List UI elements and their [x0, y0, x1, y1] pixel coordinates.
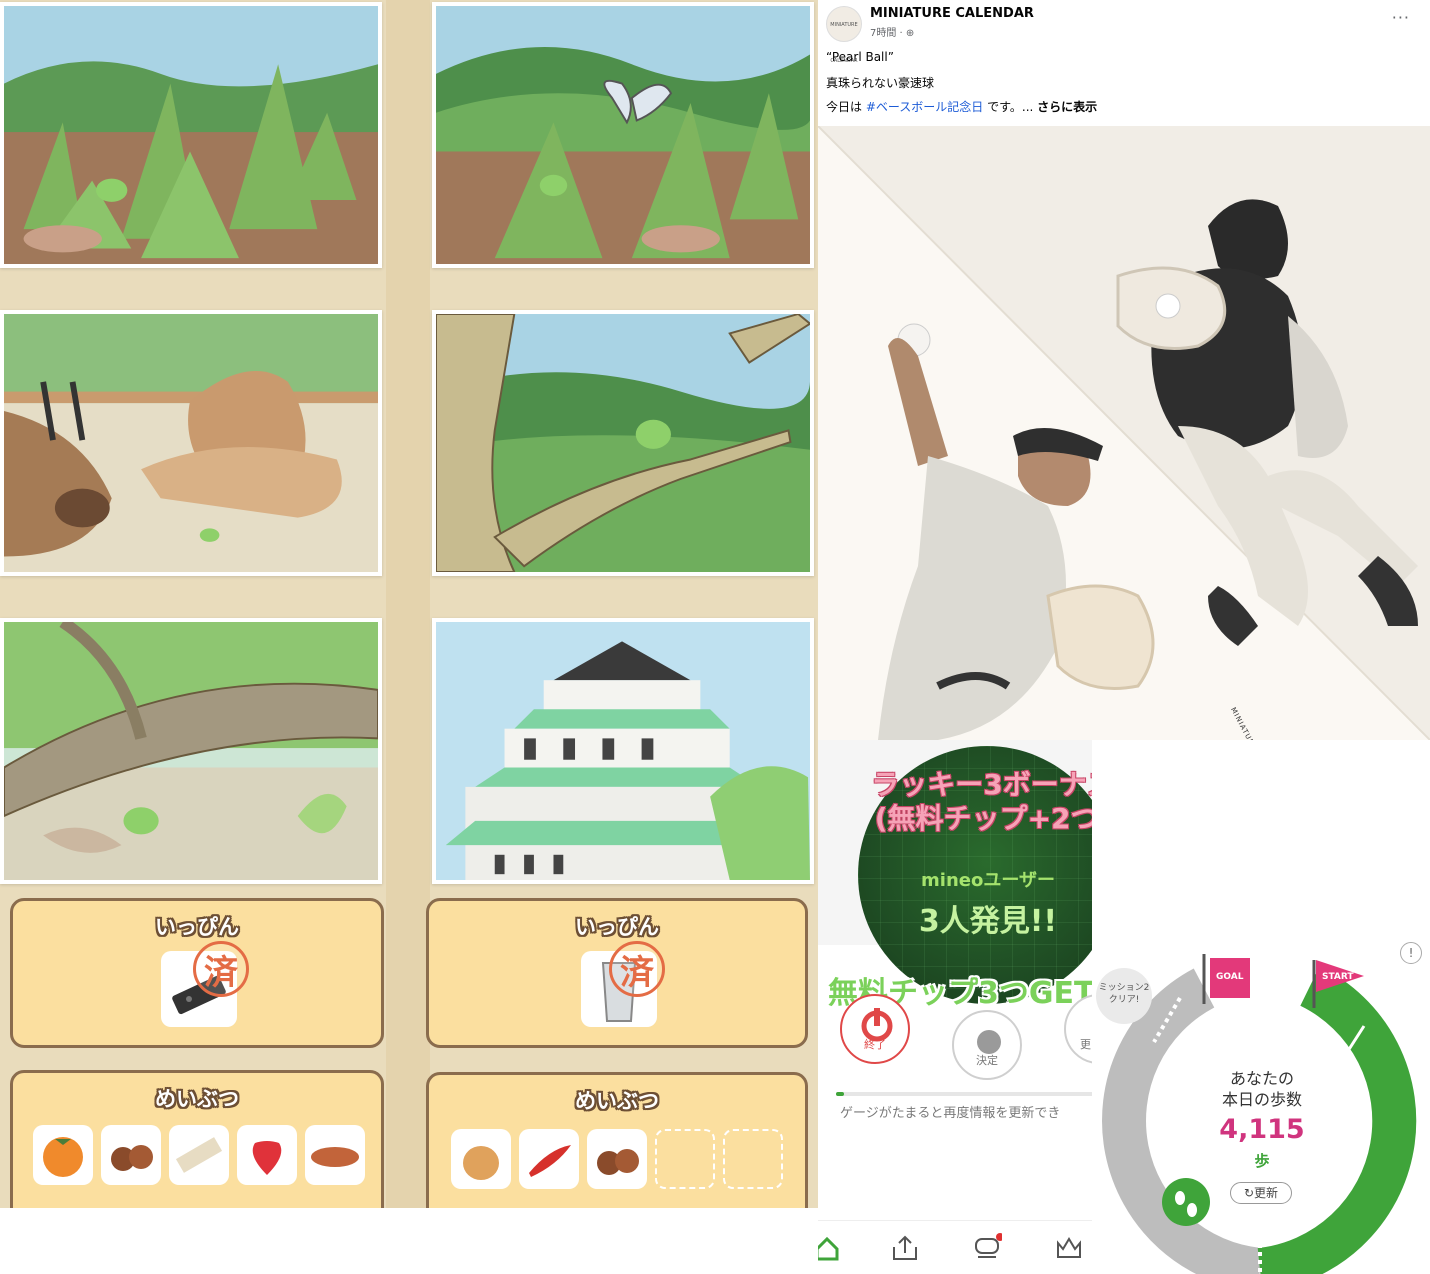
chat-tab-icon[interactable]	[972, 1233, 1002, 1263]
refresh-gauge-fill	[836, 1092, 845, 1096]
specialty-empty-slot[interactable]	[723, 1129, 783, 1189]
lucky-bonus-line-2: (無料チップ+2つ)	[874, 802, 1092, 835]
page-avatar[interactable]: MINIATURE CALENDAR	[826, 6, 862, 64]
see-more-link[interactable]: さらに表示	[1037, 100, 1097, 114]
caption-suffix: です。...	[983, 100, 1038, 114]
decide-button-label: 決定	[976, 1054, 998, 1067]
refresh-button[interactable]: ↻更新	[1230, 1182, 1292, 1204]
hashtag-link[interactable]: #ベースボール記念日	[866, 100, 983, 114]
upload-tab-icon[interactable]	[890, 1233, 920, 1263]
album-photo-frog-on-branch[interactable]	[432, 310, 814, 576]
collected-stamp: 済	[193, 941, 249, 997]
mission-clear-label: クリア!	[1108, 995, 1140, 1005]
crown-tab-icon[interactable]	[1054, 1233, 1084, 1263]
bottom-tab-bar	[818, 1220, 1092, 1274]
post-time: 7時間 · ⊕	[870, 24, 914, 39]
steps-title-line-2: 本日の歩数	[1221, 1090, 1302, 1109]
steps-count: 4,115	[1219, 1114, 1305, 1145]
end-button-label: 終了	[864, 1038, 886, 1051]
found-count: 3人発見!!	[918, 904, 1058, 939]
post-photo-pearl-ball[interactable]: MINIATURE LIFE by Tatsuya Tanaka - June …	[818, 126, 1430, 740]
specialty-onion[interactable]	[451, 1129, 511, 1189]
caption-title: “Pearl Ball”	[826, 50, 894, 64]
refresh-gauge	[836, 1092, 1092, 1096]
specialty-chestnuts[interactable]	[101, 1125, 161, 1185]
caption-line-1: 真珠られない豪速球	[826, 76, 935, 90]
souvenir-card-right: いっぴん 済	[426, 898, 808, 1048]
refresh-label: 更新	[1254, 1186, 1279, 1200]
info-icon[interactable]: !	[1400, 942, 1422, 964]
collected-stamp: 済	[609, 941, 665, 997]
specialty-grilled-fish[interactable]	[305, 1125, 365, 1185]
power-icon	[861, 1008, 893, 1042]
post-time-text: 7時間 ·	[870, 28, 906, 39]
end-button[interactable]: 終了	[840, 994, 910, 1064]
album-divider	[386, 0, 430, 1208]
travel-frog-album: いっぴん 済 いっぴん 済 めいぶつ めいぶつ	[0, 0, 818, 1208]
lucky-bonus-banner: ラッキー3ボーナス (無料チップ+2つ)	[818, 768, 1092, 836]
specialty-tofu[interactable]	[169, 1125, 229, 1185]
card-title: めいぶつ	[575, 1089, 659, 1113]
steps-title: あなたの 本日の歩数	[1192, 1068, 1332, 1110]
specialty-strawberry[interactable]	[237, 1125, 297, 1185]
page-name[interactable]: MINIATURE CALENDAR	[870, 6, 1034, 21]
refresh-icon: ↻	[1243, 1186, 1255, 1200]
steps-title-line-1: あなたの	[1229, 1069, 1294, 1088]
gauge-hint-text: ゲージがたまると再度情報を更新でき	[840, 1106, 1061, 1121]
steps-unit: 歩	[1254, 1152, 1270, 1170]
globe-icon: ⊕	[905, 28, 915, 39]
specialty-chestnuts[interactable]	[587, 1129, 647, 1189]
album-photo-fallen-log[interactable]	[0, 618, 382, 884]
specialty-card-right: めいぶつ	[426, 1072, 808, 1208]
facebook-post: MINIATURE CALENDAR MINIATURE CALENDAR 7時…	[818, 0, 1430, 740]
album-photo-grass-field[interactable]	[0, 2, 382, 268]
mineo-user-label: mineoユーザー	[921, 870, 1055, 891]
collage: いっぴん 済 いっぴん 済 めいぶつ めいぶつ MINIATURE CALEND…	[0, 0, 1430, 1274]
lucky-bonus-line-1: ラッキー3ボーナス	[871, 768, 1092, 801]
card-title: いっぴん	[155, 915, 239, 939]
start-flag-label: START	[1322, 972, 1354, 982]
more-options-icon[interactable]: ···	[1392, 8, 1410, 27]
specialty-empty-slot[interactable]	[655, 1129, 715, 1189]
card-title: いっぴん	[575, 915, 659, 939]
caption-line-2: 今日は #ベースボール記念日 です。... さらに表示	[826, 98, 1097, 115]
specialty-persimmon[interactable]	[33, 1125, 93, 1185]
mission-clear-badge: ミッション2 クリア!	[1096, 968, 1152, 1024]
mission-label: ミッション2	[1098, 983, 1150, 993]
home-tab-icon[interactable]	[818, 1233, 842, 1263]
specialty-chili-pepper[interactable]	[519, 1129, 579, 1189]
album-photo-butterfly[interactable]	[432, 2, 814, 268]
card-title: めいぶつ	[155, 1087, 239, 1111]
specialty-card-left: めいぶつ	[10, 1070, 384, 1208]
step-counter: GOAL START ミッション2 クリア! ! あなたの 本日の歩数 4,11…	[1092, 940, 1430, 1274]
goal-flag-label: GOAL	[1216, 972, 1244, 982]
caption-prefix: 今日は	[826, 100, 866, 114]
decide-button[interactable]: 決定	[952, 1010, 1022, 1080]
record-icon	[977, 1030, 1001, 1054]
update-button-label: 更	[1080, 1038, 1091, 1051]
album-photo-deer-park[interactable]	[0, 310, 382, 576]
souvenir-card-left: いっぴん 済	[10, 898, 384, 1048]
mineo-app-screen: ラッキー3ボーナス (無料チップ+2つ) mineoユーザー 3人発見!! 無料…	[818, 740, 1092, 1274]
album-photo-osaka-castle[interactable]	[432, 618, 814, 884]
